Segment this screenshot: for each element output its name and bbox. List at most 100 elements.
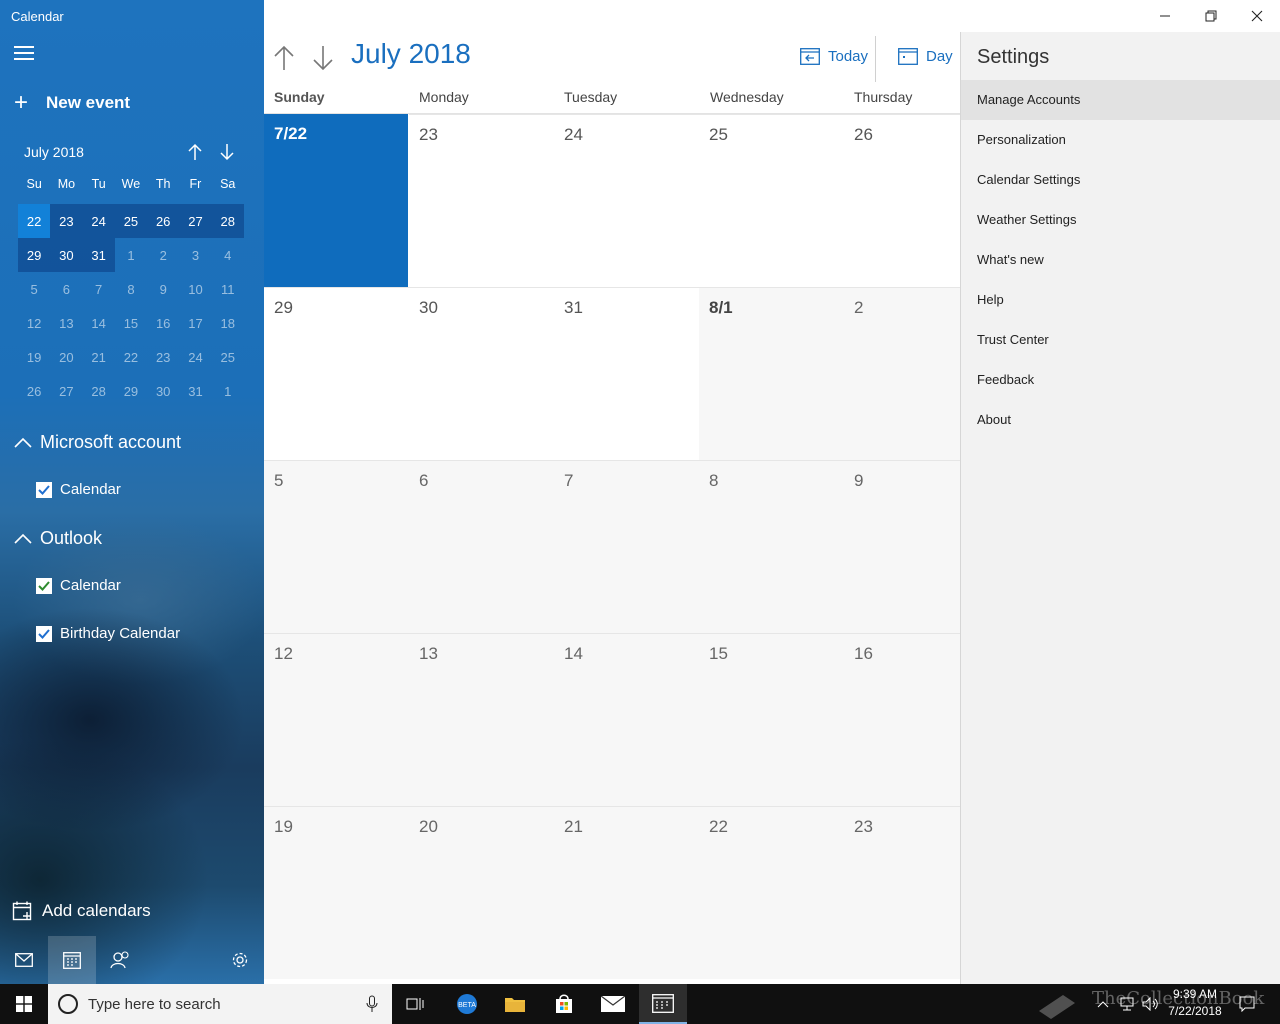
day-cell[interactable]: 25 [699,114,844,287]
mini-calendar-day[interactable]: 12 [18,306,50,340]
day-cell[interactable]: 22 [699,806,844,979]
calendar-toggle-outlook-calendar[interactable]: Calendar [36,577,121,594]
mini-calendar-day[interactable]: 13 [50,306,82,340]
edge-browser-icon[interactable]: BETA [443,984,491,1024]
settings-item-feedback[interactable]: Feedback [961,360,1280,400]
day-cell-today[interactable]: 7/22 [264,114,408,287]
hamburger-menu-icon[interactable] [14,46,34,62]
checkbox-checked-icon[interactable] [36,577,52,594]
mini-calendar-day[interactable]: 26 [147,204,180,238]
mini-calendar-day[interactable]: 23 [147,340,179,374]
day-cell[interactable]: 21 [554,806,699,979]
settings-item-help[interactable]: Help [961,280,1280,320]
mail-icon[interactable] [0,936,48,984]
day-cell[interactable]: 14 [554,633,699,806]
mini-calendar-day[interactable]: 18 [212,306,244,340]
mini-calendar-day[interactable]: 4 [212,238,244,272]
calendar-toggle-microsoft-calendar[interactable]: Calendar [36,481,121,498]
settings-item-calendar-settings[interactable]: Calendar Settings [961,160,1280,200]
mini-calendar-day[interactable]: 22 [18,204,51,238]
mail-app-icon[interactable] [589,984,637,1024]
day-cell[interactable]: 5 [264,460,409,633]
mini-calendar-day[interactable]: 28 [83,374,115,408]
settings-item-about[interactable]: About [961,400,1280,440]
day-cell[interactable]: 15 [699,633,844,806]
day-cell[interactable]: 2 [844,287,960,460]
show-hidden-icons-chevron-icon[interactable] [1094,984,1112,1024]
settings-item-weather-settings[interactable]: Weather Settings [961,200,1280,240]
mini-calendar-day[interactable]: 6 [50,272,82,306]
settings-gear-icon[interactable] [216,936,264,984]
day-cell[interactable]: 13 [409,633,554,806]
mini-calendar-day[interactable]: 26 [18,374,50,408]
day-cell[interactable]: 31 [554,287,699,460]
windows-start-icon[interactable] [0,984,48,1024]
checkbox-checked-icon[interactable] [36,481,52,498]
mini-calendar-day[interactable]: 25 [114,204,148,238]
mini-calendar-day[interactable]: 23 [50,204,83,238]
mini-calendar-day[interactable]: 24 [179,340,211,374]
minimize-icon[interactable] [1142,0,1188,32]
mini-calendar-day[interactable]: 5 [18,272,50,306]
day-cell[interactable]: 26 [844,114,960,287]
calendar-app-icon[interactable] [639,984,687,1024]
mini-calendar-day[interactable]: 14 [83,306,115,340]
mini-calendar-day[interactable]: 16 [147,306,179,340]
close-icon[interactable] [1234,0,1280,32]
mini-calendar-day[interactable]: 17 [179,306,211,340]
day-cell[interactable]: 23 [844,806,960,979]
people-icon[interactable] [96,936,144,984]
system-clock[interactable]: 9:39 AM 7/22/2018 [1160,986,1230,1020]
mini-calendar-day[interactable]: 9 [147,272,179,306]
account-header-microsoft[interactable]: Microsoft account [14,432,181,453]
task-view-icon[interactable] [392,984,440,1024]
mini-calendar-day[interactable]: 31 [82,238,115,272]
mini-calendar-day[interactable]: 22 [115,340,147,374]
microsoft-store-icon[interactable] [540,984,588,1024]
mini-calendar-day[interactable]: 1 [212,374,244,408]
mini-calendar-day[interactable]: 1 [115,238,147,272]
day-cell[interactable]: 20 [409,806,554,979]
account-header-outlook[interactable]: Outlook [14,528,102,549]
mini-calendar-day[interactable]: 7 [83,272,115,306]
mini-calendar-day[interactable]: 29 [18,238,51,272]
day-cell[interactable]: 9 [844,460,960,633]
taskbar-search-box[interactable]: Type here to search [48,984,392,1024]
mini-calendar-day[interactable]: 11 [212,272,244,306]
day-view-button[interactable]: Day [898,47,953,65]
mini-calendar-day[interactable]: 15 [115,306,147,340]
day-cell[interactable]: 19 [264,806,409,979]
mini-calendar-day[interactable]: 20 [50,340,82,374]
mini-calendar-day[interactable]: 2 [147,238,179,272]
restore-icon[interactable] [1188,0,1234,32]
day-cell[interactable]: 23 [409,114,554,287]
settings-item-manage-accounts[interactable]: Manage Accounts [961,80,1280,120]
volume-icon[interactable] [1140,984,1162,1024]
mini-calendar-day[interactable]: 24 [82,204,115,238]
today-button[interactable]: Today [800,47,868,65]
mini-calendar-prev-arrow-icon[interactable] [186,142,204,162]
day-cell[interactable]: 8 [699,460,844,633]
file-explorer-icon[interactable] [491,984,539,1024]
checkbox-checked-icon[interactable] [36,625,52,642]
mini-calendar-day[interactable]: 30 [50,238,83,272]
mini-calendar-day[interactable]: 31 [179,374,211,408]
mini-calendar-day[interactable]: 8 [115,272,147,306]
day-cell[interactable]: 16 [844,633,960,806]
mini-calendar-day[interactable]: 10 [179,272,211,306]
day-cell[interactable]: 29 [264,287,409,460]
mini-calendar-day[interactable]: 27 [50,374,82,408]
calendar-toggle-birthday-calendar[interactable]: Birthday Calendar [36,625,180,642]
previous-month-arrow-icon[interactable] [272,44,296,72]
next-month-arrow-icon[interactable] [311,44,335,72]
settings-item-what-s-new[interactable]: What's new [961,240,1280,280]
mini-calendar-day[interactable]: 30 [147,374,179,408]
mini-calendar-day[interactable]: 27 [179,204,212,238]
mini-calendar-day[interactable]: 3 [179,238,211,272]
add-calendars-button[interactable]: Add calendars [12,900,151,922]
microphone-icon[interactable] [366,995,378,1013]
new-event-button[interactable]: + New event [14,91,130,115]
network-icon[interactable] [1116,984,1138,1024]
day-cell[interactable]: 7 [554,460,699,633]
mini-calendar-day[interactable]: 21 [83,340,115,374]
